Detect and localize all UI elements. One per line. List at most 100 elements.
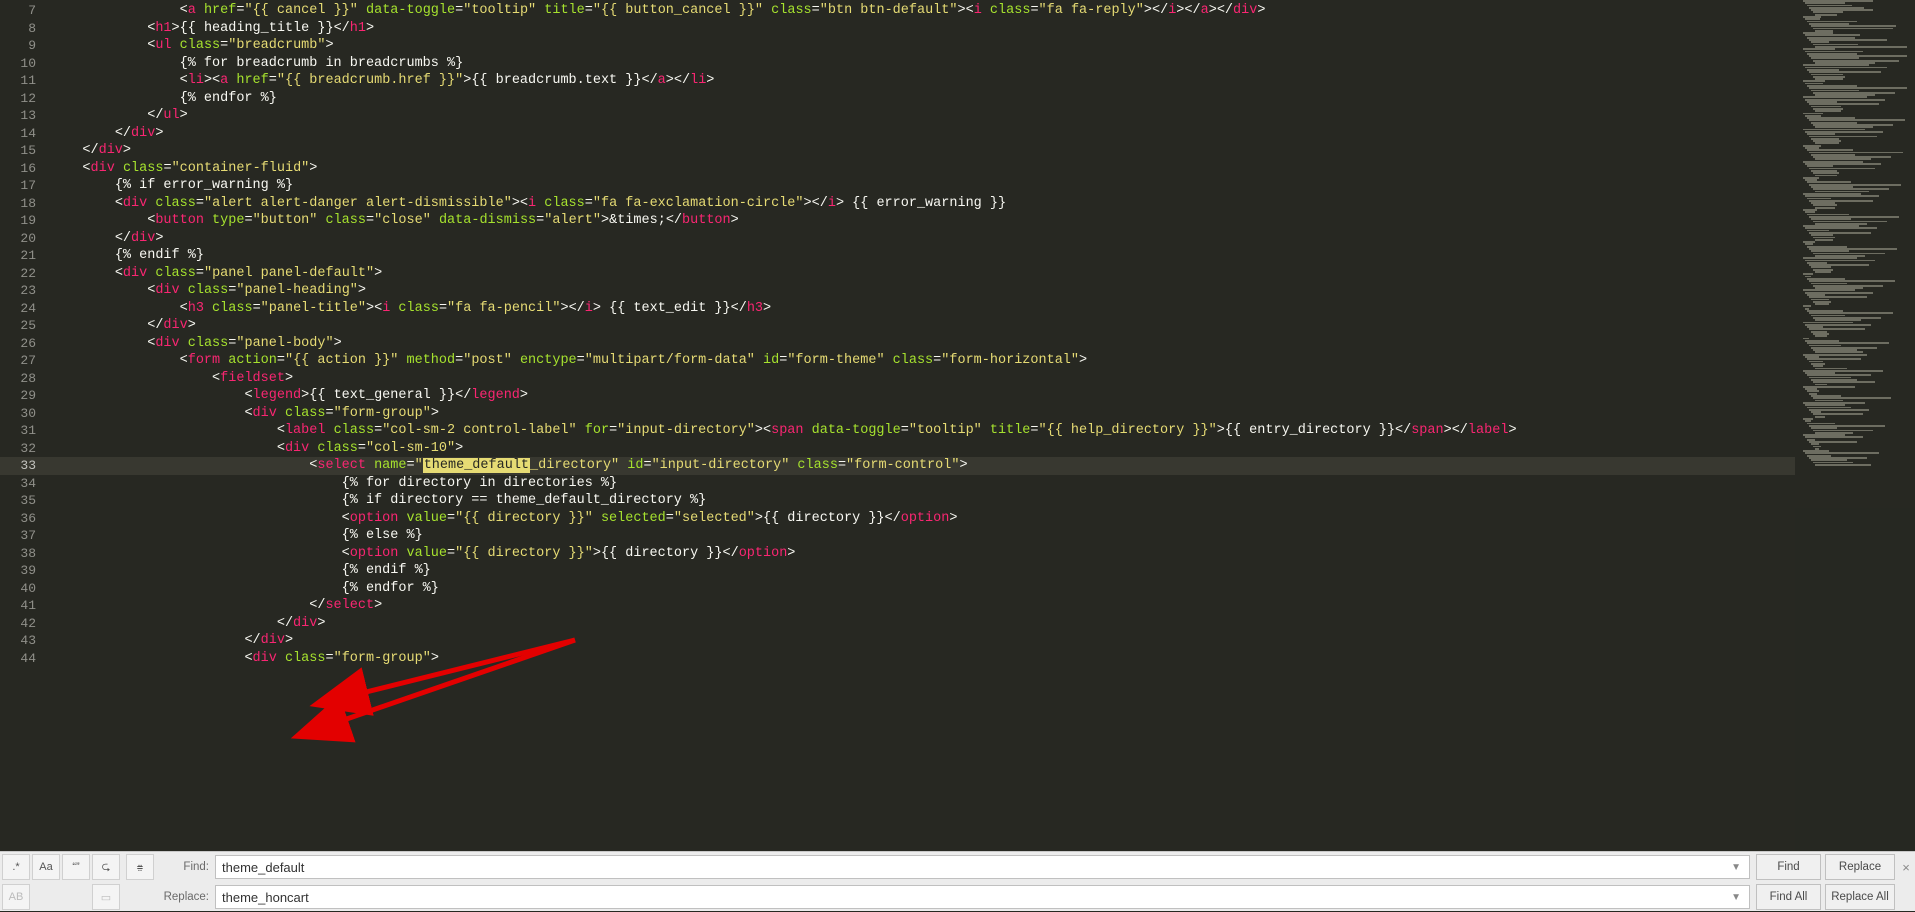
code-line[interactable]: <h3 class="panel-title"><i class="fa fa-… bbox=[50, 300, 1795, 318]
toggle-wrap[interactable]: ⮎ bbox=[92, 854, 120, 880]
toggle-preserve-case[interactable]: AB bbox=[2, 884, 30, 910]
line-number[interactable]: 38 bbox=[0, 545, 36, 563]
line-number[interactable]: 42 bbox=[0, 615, 36, 633]
code-line[interactable]: </select> bbox=[50, 597, 1795, 615]
line-number[interactable]: 33 bbox=[0, 457, 50, 475]
code-line[interactable]: {% if directory == theme_default_directo… bbox=[50, 492, 1795, 510]
line-number[interactable]: 25 bbox=[0, 317, 36, 335]
code-line[interactable]: {% if error_warning %} bbox=[50, 177, 1795, 195]
line-number[interactable]: 17 bbox=[0, 177, 36, 195]
line-number[interactable]: 24 bbox=[0, 300, 36, 318]
line-number[interactable]: 44 bbox=[0, 650, 36, 668]
line-number[interactable]: 13 bbox=[0, 107, 36, 125]
replace-label: Replace: bbox=[155, 891, 215, 903]
line-number[interactable]: 34 bbox=[0, 475, 36, 493]
find-button[interactable]: Find bbox=[1756, 854, 1821, 880]
find-all-button[interactable]: Find All bbox=[1756, 884, 1821, 910]
line-number[interactable]: 43 bbox=[0, 632, 36, 650]
line-number[interactable]: 40 bbox=[0, 580, 36, 598]
code-editor[interactable]: <a href="{{ cancel }}" data-toggle="tool… bbox=[50, 0, 1795, 851]
line-number[interactable]: 8 bbox=[0, 20, 36, 38]
line-number-gutter[interactable]: 7891011121314151617181920212223242526272… bbox=[0, 0, 50, 851]
find-input-wrap[interactable]: ▼ bbox=[215, 855, 1750, 879]
line-number[interactable]: 21 bbox=[0, 247, 36, 265]
editor-area: 7891011121314151617181920212223242526272… bbox=[0, 0, 1915, 851]
line-number[interactable]: 19 bbox=[0, 212, 36, 230]
code-line[interactable]: <div class="panel-heading"> bbox=[50, 282, 1795, 300]
line-number[interactable]: 18 bbox=[0, 195, 36, 213]
code-line[interactable]: <option value="{{ directory }}" selected… bbox=[50, 510, 1795, 528]
code-line[interactable]: <h1>{{ heading_title }}</h1> bbox=[50, 20, 1795, 38]
line-number[interactable]: 41 bbox=[0, 597, 36, 615]
toggle-case-sensitive[interactable]: Aa bbox=[32, 854, 60, 880]
line-number[interactable]: 36 bbox=[0, 510, 36, 528]
code-line[interactable]: {% endif %} bbox=[50, 247, 1795, 265]
code-line[interactable]: {% endfor %} bbox=[50, 90, 1795, 108]
line-number[interactable]: 28 bbox=[0, 370, 36, 388]
code-line[interactable]: <div class="panel-body"> bbox=[50, 335, 1795, 353]
code-line[interactable]: {% endif %} bbox=[50, 562, 1795, 580]
close-panel-icon[interactable]: × bbox=[1897, 860, 1915, 875]
line-number[interactable]: 27 bbox=[0, 352, 36, 370]
code-line[interactable]: <form action="{{ action }}" method="post… bbox=[50, 352, 1795, 370]
line-number[interactable]: 16 bbox=[0, 160, 36, 178]
code-line[interactable]: </div> bbox=[50, 317, 1795, 335]
line-number[interactable]: 29 bbox=[0, 387, 36, 405]
code-line[interactable]: <div class="form-group"> bbox=[50, 650, 1795, 668]
code-line[interactable]: <div class="container-fluid"> bbox=[50, 160, 1795, 178]
code-line[interactable]: <div class="col-sm-10"> bbox=[50, 440, 1795, 458]
line-number[interactable]: 22 bbox=[0, 265, 36, 283]
code-line[interactable]: </div> bbox=[50, 632, 1795, 650]
code-line[interactable]: <ul class="breadcrumb"> bbox=[50, 37, 1795, 55]
code-line[interactable]: <button type="button" class="close" data… bbox=[50, 212, 1795, 230]
code-line[interactable]: <li><a href="{{ breadcrumb.href }}">{{ b… bbox=[50, 72, 1795, 90]
line-number[interactable]: 12 bbox=[0, 90, 36, 108]
line-number[interactable]: 11 bbox=[0, 72, 36, 90]
toggle-regex[interactable]: .* bbox=[2, 854, 30, 880]
replace-button[interactable]: Replace bbox=[1825, 854, 1895, 880]
line-number[interactable]: 39 bbox=[0, 562, 36, 580]
code-line[interactable]: {% else %} bbox=[50, 527, 1795, 545]
line-number[interactable]: 9 bbox=[0, 37, 36, 55]
code-line[interactable]: {% for breadcrumb in breadcrumbs %} bbox=[50, 55, 1795, 73]
line-number[interactable]: 7 bbox=[0, 2, 36, 20]
replace-input[interactable] bbox=[222, 890, 1729, 905]
replace-all-button[interactable]: Replace All bbox=[1825, 884, 1895, 910]
code-line[interactable]: <fieldset> bbox=[50, 370, 1795, 388]
toggle-in-selection[interactable]: ⩷ bbox=[126, 854, 154, 880]
code-line[interactable]: <option value="{{ directory }}">{{ direc… bbox=[50, 545, 1795, 563]
line-number[interactable]: 14 bbox=[0, 125, 36, 143]
code-line[interactable]: <div class="form-group"> bbox=[50, 405, 1795, 423]
line-number[interactable]: 23 bbox=[0, 282, 36, 300]
code-line[interactable]: {% endfor %} bbox=[50, 580, 1795, 598]
line-number[interactable]: 37 bbox=[0, 527, 36, 545]
find-history-dropdown-icon[interactable]: ▼ bbox=[1729, 862, 1743, 873]
code-line[interactable]: <a href="{{ cancel }}" data-toggle="tool… bbox=[50, 2, 1795, 20]
code-line[interactable]: </ul> bbox=[50, 107, 1795, 125]
line-number[interactable]: 32 bbox=[0, 440, 36, 458]
toggle-highlight-matches[interactable]: ▭ bbox=[92, 884, 120, 910]
line-number[interactable]: 20 bbox=[0, 230, 36, 248]
code-line[interactable]: </div> bbox=[50, 230, 1795, 248]
find-input[interactable] bbox=[222, 860, 1729, 875]
replace-history-dropdown-icon[interactable]: ▼ bbox=[1729, 892, 1743, 903]
replace-input-wrap[interactable]: ▼ bbox=[215, 885, 1750, 909]
code-line[interactable]: </div> bbox=[50, 125, 1795, 143]
minimap[interactable] bbox=[1795, 0, 1915, 851]
line-number[interactable]: 31 bbox=[0, 422, 36, 440]
find-replace-panel: .* Aa “” ⮎ ⩷ Find: ▼ Find Replace × AB ▭… bbox=[0, 851, 1915, 911]
code-line[interactable]: </div> bbox=[50, 142, 1795, 160]
line-number[interactable]: 15 bbox=[0, 142, 36, 160]
toggle-whole-word[interactable]: “” bbox=[62, 854, 90, 880]
code-line[interactable]: <label class="col-sm-2 control-label" fo… bbox=[50, 422, 1795, 440]
line-number[interactable]: 26 bbox=[0, 335, 36, 353]
code-line[interactable]: <div class="alert alert-danger alert-dis… bbox=[50, 195, 1795, 213]
code-line[interactable]: {% for directory in directories %} bbox=[50, 475, 1795, 493]
line-number[interactable]: 35 bbox=[0, 492, 36, 510]
line-number[interactable]: 30 bbox=[0, 405, 36, 423]
code-line[interactable]: </div> bbox=[50, 615, 1795, 633]
code-line[interactable]: <div class="panel panel-default"> bbox=[50, 265, 1795, 283]
code-line[interactable]: <legend>{{ text_general }}</legend> bbox=[50, 387, 1795, 405]
code-line[interactable]: <select name="theme_default_directory" i… bbox=[50, 457, 1795, 475]
line-number[interactable]: 10 bbox=[0, 55, 36, 73]
